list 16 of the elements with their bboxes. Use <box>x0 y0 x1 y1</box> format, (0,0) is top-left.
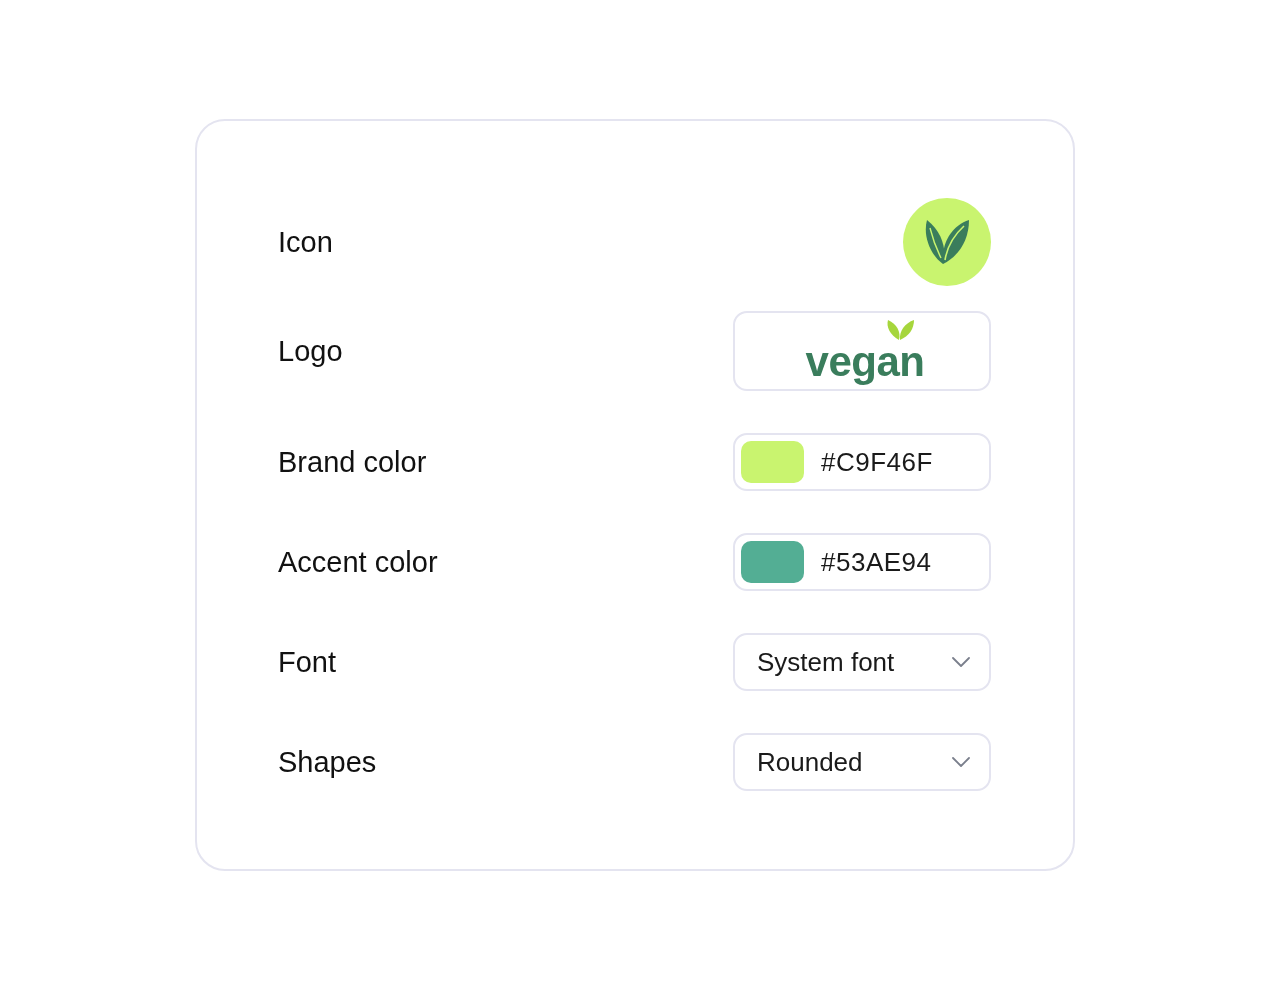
color-field[interactable]: #C9F46F <box>733 433 991 491</box>
leaf-icon[interactable] <box>903 198 991 286</box>
logo-preview[interactable]: vegan <box>733 311 991 391</box>
chevron-down-icon <box>952 657 970 667</box>
field-label: Accent color <box>278 547 438 577</box>
dropdown[interactable]: Rounded <box>733 733 991 791</box>
chevron-down-icon <box>952 757 970 767</box>
color-field[interactable]: #53AE94 <box>733 533 991 591</box>
field-label: Font <box>278 647 337 677</box>
dropdown[interactable]: System font <box>733 633 991 691</box>
field-label: Brand color <box>278 447 427 477</box>
field-label: Logo <box>278 336 343 366</box>
field-label: Shapes <box>278 747 377 777</box>
logo-text: vegan <box>805 341 925 383</box>
field-label: Icon <box>278 227 333 257</box>
leaf-icon <box>885 319 916 341</box>
